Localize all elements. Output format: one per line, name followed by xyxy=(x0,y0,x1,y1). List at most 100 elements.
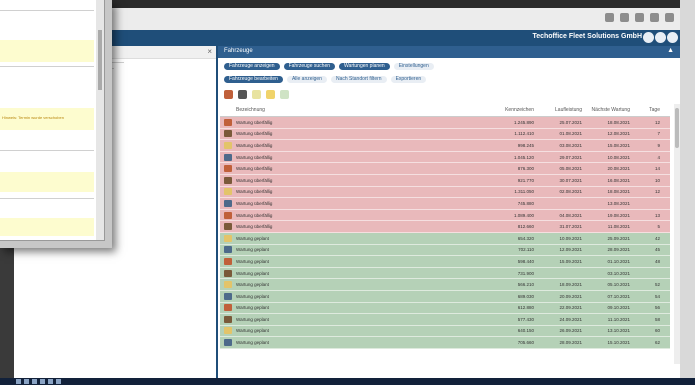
table-row[interactable]: Wartung überfällig 1.245.890 25.07.2021 18.… xyxy=(220,117,670,129)
vehicle-icon xyxy=(224,281,232,289)
highlight-block xyxy=(0,40,94,62)
table-row[interactable]: Wartung geplant 705.660 28.09.2021 15.10.20… xyxy=(220,337,670,349)
logout-icon[interactable] xyxy=(667,32,678,43)
vehicle-icon xyxy=(224,188,232,196)
person-icon[interactable] xyxy=(238,90,247,99)
table-cell: 03.08.2021 xyxy=(559,142,582,148)
taskbar xyxy=(0,378,695,385)
vehicle-icon xyxy=(224,327,232,335)
search-icon[interactable] xyxy=(24,379,29,384)
scrollbar-thumb[interactable] xyxy=(98,30,102,90)
profile-icon[interactable] xyxy=(650,13,659,22)
table-row[interactable]: Wartung geplant 598.440 15.09.2021 01.10.20… xyxy=(220,256,670,268)
table-cell: 1.045.120 xyxy=(513,154,534,160)
column-header[interactable]: Bezeichnung xyxy=(236,107,486,113)
grid-body: Wartung überfällig 1.245.890 25.07.2021 18.… xyxy=(220,117,670,349)
start-icon[interactable] xyxy=(16,379,21,384)
filter-chip[interactable]: Nach Standort filtern xyxy=(330,76,387,83)
table-cell: 1.089.400 xyxy=(513,212,534,218)
table-row[interactable]: Wartung überfällig 998.245 03.08.2021 15.08… xyxy=(220,140,670,152)
table-row[interactable]: Wartung überfällig 812.660 31.07.2021 11.08… xyxy=(220,221,670,233)
table-cell: 640.150 xyxy=(517,328,534,334)
table-cell: 62 xyxy=(654,340,660,346)
table-cell: 7 xyxy=(657,131,660,137)
vehicle-icon xyxy=(224,292,232,300)
table-row[interactable]: Wartung geplant 566.210 18.09.2021 05.10.20… xyxy=(220,279,670,291)
collapse-icon[interactable]: ▲ xyxy=(667,47,674,54)
mail-icon[interactable] xyxy=(48,379,53,384)
table-row[interactable]: Wartung geplant 612.880 22.09.2021 09.10.20… xyxy=(220,302,670,315)
table-cell: Wartung geplant xyxy=(236,282,269,288)
table-cell: 10 xyxy=(654,177,660,183)
grid-scrollbar[interactable] xyxy=(674,104,680,364)
note-text: Hinweis: Termin wurde verschoben xyxy=(2,115,64,120)
table-cell: 689.030 xyxy=(517,293,534,299)
help-icon[interactable] xyxy=(655,32,666,43)
table-cell: 48 xyxy=(654,258,660,264)
table-row[interactable]: Wartung überfällig 1.311.050 02.08.2021 18.… xyxy=(220,186,670,199)
table-cell: 15.08.2021 xyxy=(607,142,630,148)
star-icon[interactable] xyxy=(605,13,614,22)
table-cell: 1.245.890 xyxy=(513,119,534,125)
app-icon[interactable] xyxy=(56,379,61,384)
table-row[interactable]: Wartung geplant 654.320 10.09.2021 25.09.20… xyxy=(220,232,670,245)
table-cell: Wartung geplant xyxy=(236,340,269,346)
filter-chip[interactable]: Wartungen planen xyxy=(339,63,390,70)
table-row[interactable]: Wartung überfällig 1.089.400 04.08.2021 19.… xyxy=(220,209,670,222)
table-cell: 598.440 xyxy=(517,258,534,264)
table-row[interactable]: Wartung überfällig 1.112.410 01.08.2021 12.… xyxy=(220,128,670,141)
scrollbar-thumb[interactable] xyxy=(675,108,679,148)
table-row[interactable]: Wartung geplant 731.900 03.10.2021 xyxy=(220,267,670,280)
vehicles-pane: Fahrzeuge ▲ Fahrzeuge anzeigen Fahrzeuge … xyxy=(218,46,680,378)
table-row[interactable]: Wartung überfällig 745.880 13.08.2021 xyxy=(220,198,670,210)
vehicle-icon xyxy=(224,153,232,161)
grid-toolbar xyxy=(224,90,289,99)
table-cell: 01.10.2021 xyxy=(607,258,630,264)
check-icon[interactable] xyxy=(280,90,289,99)
taskbar-icons xyxy=(16,379,61,384)
extension-icon[interactable] xyxy=(620,13,629,22)
edit-icon[interactable] xyxy=(224,90,233,99)
close-icon[interactable]: × xyxy=(207,47,212,56)
grid-header: Bezeichnung Kennzeichen Laufleistung Näc… xyxy=(220,104,670,117)
table-row[interactable]: Wartung überfällig 876.300 05.08.2021 20.08… xyxy=(220,163,670,175)
floating-window-scrollbar[interactable] xyxy=(96,0,104,240)
table-cell: 11.10.2021 xyxy=(607,316,630,322)
table-row[interactable]: Wartung geplant 689.030 20.09.2021 07.10.20… xyxy=(220,290,670,303)
column-header[interactable]: Laufleistung xyxy=(534,107,582,113)
column-header[interactable]: Tage xyxy=(630,107,660,113)
table-cell: Wartung geplant xyxy=(236,328,269,334)
column-header[interactable]: Nächste Wartung xyxy=(582,107,630,113)
folder-icon[interactable] xyxy=(40,379,45,384)
table-row[interactable]: Wartung überfällig 921.770 30.07.2021 16.08… xyxy=(220,174,670,187)
table-cell: 22.09.2021 xyxy=(559,305,582,311)
vehicle-icon xyxy=(224,269,232,277)
table-row[interactable]: Wartung geplant 640.150 26.09.2021 13.10.20… xyxy=(220,325,670,338)
tab-bar: Fahrzeuge ▲ xyxy=(218,46,680,58)
divider xyxy=(0,10,94,11)
filter-chip[interactable]: Einstellungen xyxy=(393,63,434,70)
tab-vehicles[interactable]: Fahrzeuge xyxy=(224,48,253,54)
note-icon[interactable] xyxy=(252,90,261,99)
filter-chip[interactable]: Fahrzeuge suchen xyxy=(283,63,336,70)
table-cell: 18.09.2021 xyxy=(559,282,582,288)
table-cell: 12 xyxy=(654,119,660,125)
settings-icon[interactable] xyxy=(635,13,644,22)
filter-chip[interactable]: Alle anzeigen xyxy=(286,76,327,83)
filter-chip[interactable]: Exportieren xyxy=(390,76,427,83)
table-cell: 31.07.2021 xyxy=(559,224,582,230)
table-row[interactable]: Wartung geplant 702.110 12.09.2021 28.09.20… xyxy=(220,244,670,257)
filter-chip[interactable]: Fahrzeuge bearbeiten xyxy=(224,76,283,83)
table-row[interactable]: Wartung geplant 577.430 24.09.2021 11.10.20… xyxy=(220,314,670,326)
table-row[interactable]: Wartung überfällig 1.045.120 29.07.2021 10.… xyxy=(220,151,670,164)
user-icon[interactable] xyxy=(643,32,654,43)
table-cell: 07.10.2021 xyxy=(607,293,630,299)
table-cell: 15.09.2021 xyxy=(559,258,582,264)
menu-icon[interactable] xyxy=(665,13,674,22)
filter-chip[interactable]: Fahrzeuge anzeigen xyxy=(224,63,280,70)
table-cell: 12 xyxy=(654,189,660,195)
column-header[interactable]: Kennzeichen xyxy=(486,107,534,113)
star-icon[interactable] xyxy=(266,90,275,99)
browser-icon[interactable] xyxy=(32,379,37,384)
table-cell: 12.09.2021 xyxy=(559,247,582,253)
